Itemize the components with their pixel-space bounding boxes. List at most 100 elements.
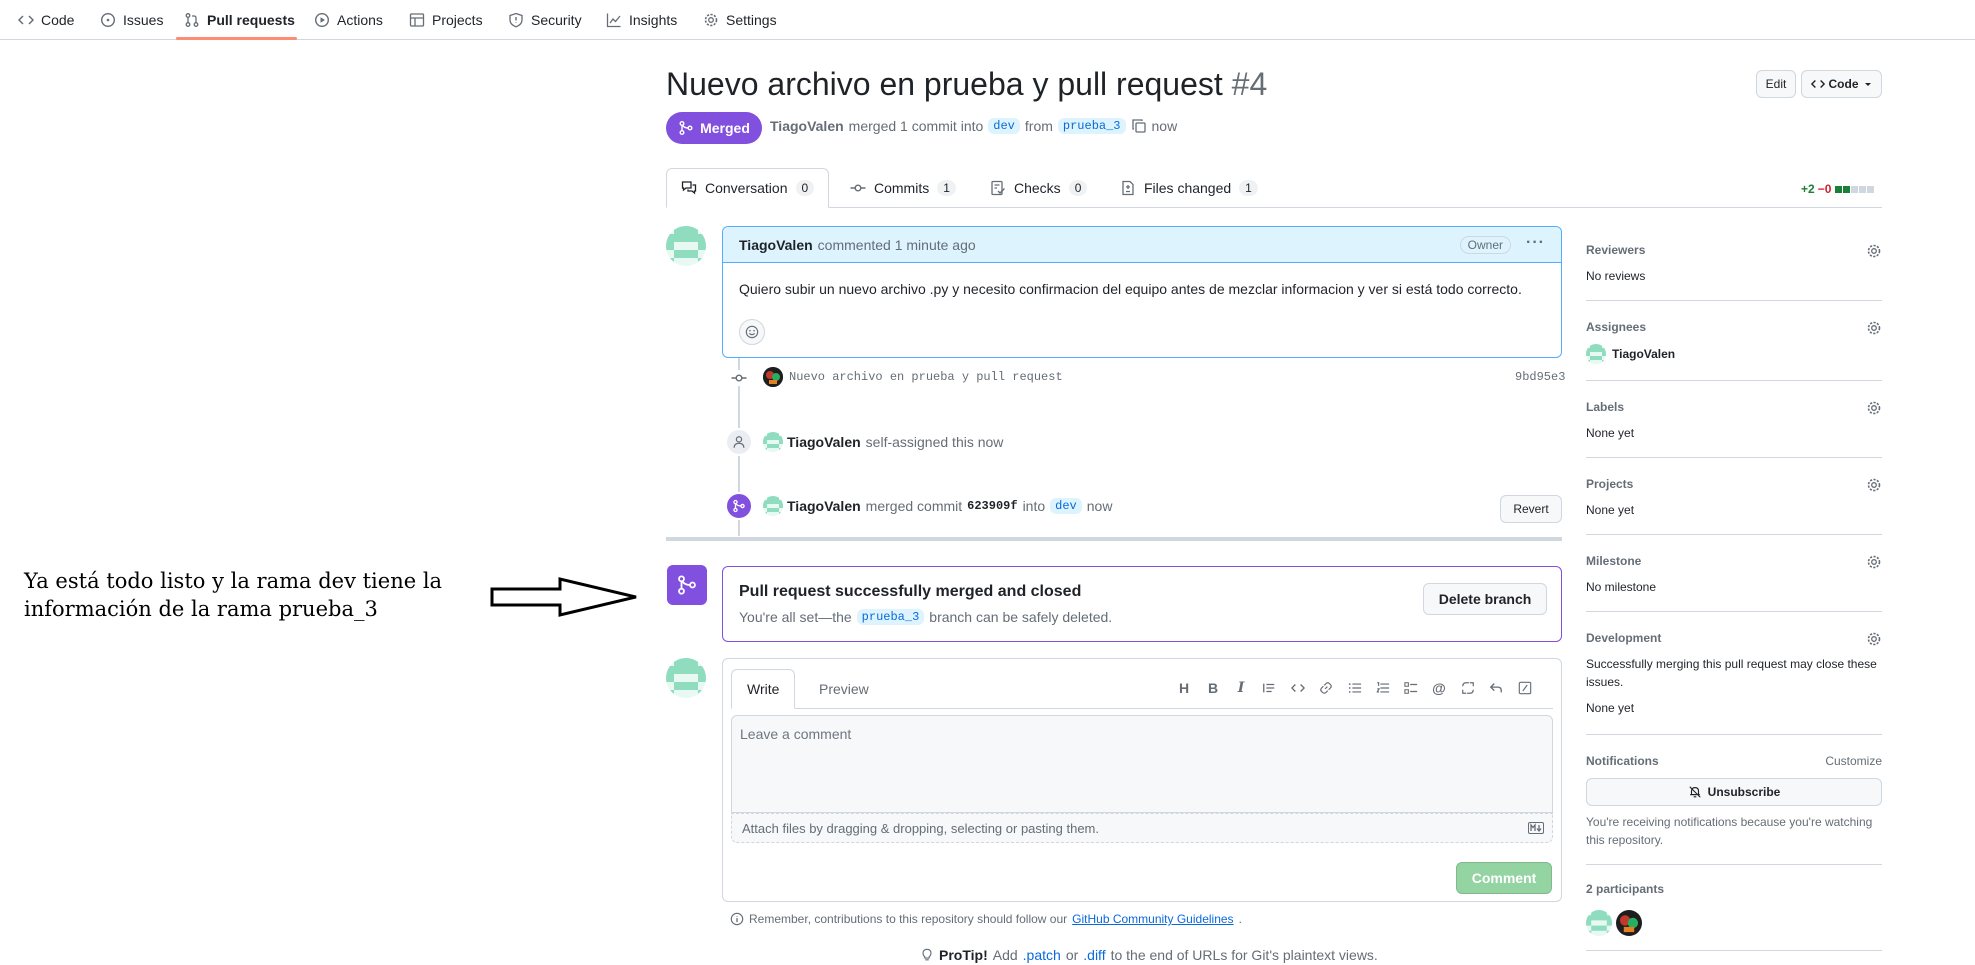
commit-message[interactable]: Nuevo archivo en prueba y pull request <box>789 370 1063 384</box>
avatar[interactable] <box>1616 910 1642 936</box>
protip: ProTip! Add .patch or .diff to the end o… <box>920 947 1378 963</box>
tab-files-changed[interactable]: Files changed 1 <box>1120 168 1258 208</box>
gear-icon[interactable] <box>1866 477 1882 493</box>
nav-projects[interactable]: Projects <box>409 0 483 40</box>
attach-files-area[interactable]: Attach files by dragging & dropping, sel… <box>731 813 1553 843</box>
head-branch[interactable]: prueba_3 <box>1057 118 1126 134</box>
gear-icon[interactable] <box>1866 243 1882 259</box>
code-dropdown-button[interactable]: Code <box>1801 70 1882 98</box>
tab-files-changed-label: Files changed <box>1144 180 1232 196</box>
kebab-menu-icon[interactable]: ··· <box>1526 234 1545 252</box>
commit-entry[interactable]: Nuevo archivo en prueba y pull request <box>789 370 1063 384</box>
merge-user[interactable]: TiagoValen <box>787 498 861 514</box>
avatar[interactable] <box>1586 910 1612 936</box>
comment-author[interactable]: TiagoValen <box>739 237 813 253</box>
quote-icon[interactable] <box>1258 677 1280 699</box>
assign-user[interactable]: TiagoValen <box>787 434 861 450</box>
pr-author-link[interactable]: TiagoValen <box>770 118 844 134</box>
shield-icon <box>509 12 523 28</box>
protip-diff[interactable]: .diff <box>1083 947 1105 963</box>
bold-icon[interactable]: B <box>1202 677 1224 699</box>
tab-conversation[interactable]: Conversation 0 <box>666 168 830 208</box>
markdown-icon[interactable] <box>1528 822 1544 834</box>
diffstat-square <box>1851 186 1859 193</box>
table-icon <box>409 13 425 27</box>
code-icon[interactable] <box>1287 677 1309 699</box>
notifications-desc: You're receiving notifications because y… <box>1586 815 1873 847</box>
tab-commits-label: Commits <box>874 180 930 196</box>
add-reaction-button[interactable] <box>739 319 765 345</box>
nav-insights[interactable]: Insights <box>606 0 677 40</box>
slash-command-icon[interactable] <box>1514 677 1536 699</box>
avatar[interactable] <box>763 496 783 516</box>
sidebar-divider <box>1586 380 1882 381</box>
gear-icon[interactable] <box>1866 554 1882 570</box>
avatar[interactable] <box>666 658 706 698</box>
merged-branch[interactable]: prueba_3 <box>856 609 925 625</box>
community-guidelines-link[interactable]: GitHub Community Guidelines <box>1072 912 1233 926</box>
tab-conversation-label: Conversation <box>705 180 788 196</box>
task-list-icon[interactable] <box>1400 677 1422 699</box>
tab-commits[interactable]: Commits 1 <box>850 168 956 208</box>
avatar[interactable] <box>763 432 783 452</box>
nav-pull-requests[interactable]: Pull requests <box>184 0 295 40</box>
unordered-list-icon[interactable] <box>1344 677 1366 699</box>
delete-branch-button[interactable]: Delete branch <box>1423 583 1547 615</box>
nav-actions-label: Actions <box>337 12 383 28</box>
ordered-list-icon[interactable] <box>1372 677 1394 699</box>
merge-event: TiagoValen merged commit 623909f into de… <box>787 498 1112 514</box>
sidebar-divider <box>1586 734 1882 735</box>
merged-subtitle: You're all set—the prueba_3 branch can b… <box>739 609 1112 625</box>
reply-icon[interactable] <box>1485 677 1507 699</box>
merged-state-icon <box>667 565 707 605</box>
revert-button[interactable]: Revert <box>1500 495 1562 523</box>
sidebar-notifications: Notifications Customize <box>1586 754 1882 768</box>
timeline-end-divider <box>666 537 1562 541</box>
pull-request-icon <box>185 13 199 27</box>
tab-checks-count: 0 <box>1068 180 1088 196</box>
customize-link[interactable]: Customize <box>1825 754 1882 768</box>
nav-settings[interactable]: Settings <box>703 0 777 40</box>
avatar[interactable] <box>666 226 706 266</box>
issue-icon <box>100 12 116 28</box>
tab-preview[interactable]: Preview <box>819 669 869 709</box>
pr-from-text: from <box>1024 118 1053 134</box>
mention-icon[interactable]: @ <box>1428 677 1450 699</box>
heading-icon[interactable]: H <box>1173 677 1195 699</box>
gear-icon[interactable] <box>1866 320 1882 336</box>
edit-button[interactable]: Edit <box>1756 70 1796 98</box>
diffstat-square <box>1867 186 1875 193</box>
nav-security[interactable]: Security <box>508 0 582 40</box>
copy-icon[interactable] <box>1131 118 1147 134</box>
comment-submit-button[interactable]: Comment <box>1456 862 1552 894</box>
protip-text-b: to the end of URLs for Git's plaintext v… <box>1110 947 1378 963</box>
unsubscribe-button[interactable]: Unsubscribe <box>1586 778 1882 806</box>
protip-patch[interactable]: .patch <box>1023 947 1061 963</box>
caret-down-icon <box>1864 83 1871 86</box>
nav-code[interactable]: Code <box>18 0 74 40</box>
base-branch[interactable]: dev <box>988 118 1020 134</box>
sidebar-projects-value: None yet <box>1586 503 1635 517</box>
merge-sha[interactable]: 623909f <box>967 499 1017 513</box>
commit-sha[interactable]: 9bd95e3 <box>1515 370 1565 384</box>
tab-checks[interactable]: Checks 0 <box>990 168 1088 208</box>
comment-header: TiagoValen commented 1 minute ago <box>723 227 1561 263</box>
avatar[interactable] <box>763 367 783 387</box>
sidebar-reviewers-title: Reviewers <box>1586 243 1646 257</box>
gear-icon[interactable] <box>1866 400 1882 416</box>
sidebar-assignee[interactable]: TiagoValen <box>1586 344 1882 364</box>
comment-textarea[interactable]: Leave a comment <box>731 715 1553 813</box>
nav-issues[interactable]: Issues <box>100 0 163 40</box>
italic-icon[interactable]: I <box>1230 677 1252 699</box>
cross-reference-icon[interactable] <box>1457 677 1479 699</box>
contribution-note: Remember, contributions to this reposito… <box>730 912 1242 926</box>
pr-merged-text: merged 1 commit into <box>848 118 984 134</box>
link-icon[interactable] <box>1315 677 1337 699</box>
gear-icon[interactable] <box>1866 631 1882 647</box>
comment-action[interactable]: commented 1 minute ago <box>818 237 976 253</box>
merged-status-box: Pull request successfully merged and clo… <box>722 566 1562 642</box>
sidebar-assignees-title: Assignees <box>1586 320 1647 334</box>
merge-branch[interactable]: dev <box>1050 498 1082 514</box>
nav-actions[interactable]: Actions <box>314 0 383 40</box>
tab-write[interactable]: Write <box>731 669 796 709</box>
